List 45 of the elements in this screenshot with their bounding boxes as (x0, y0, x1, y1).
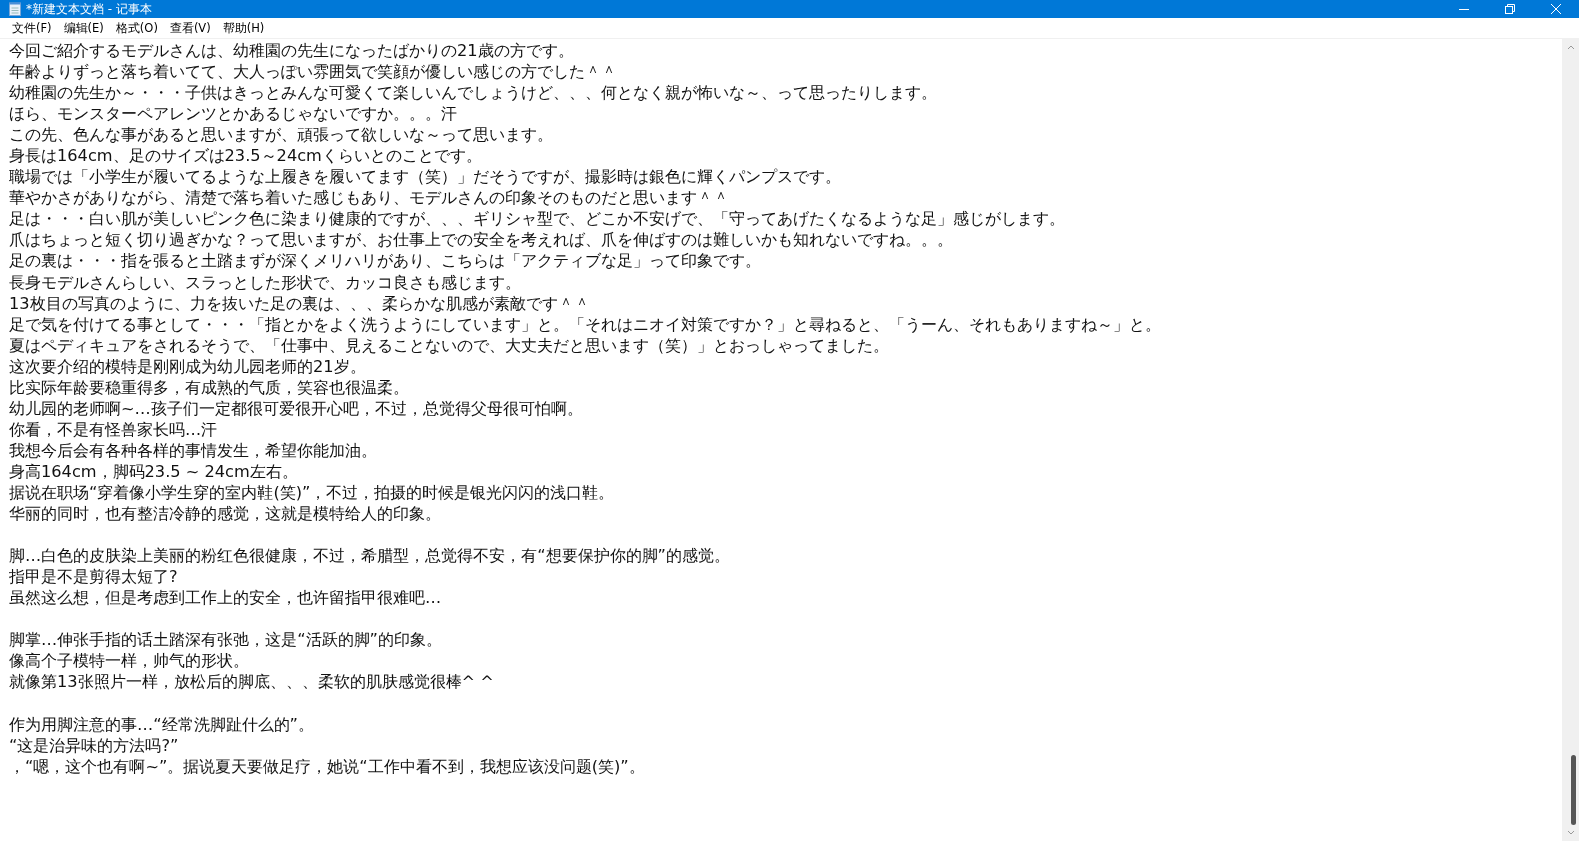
window-title: *新建文本文档 - 记事本 (26, 0, 153, 18)
text-line: 今回ご紹介するモデルさんは、幼稚園の先生になったばかりの21歳の方です。 (9, 40, 575, 62)
text-line: 足は・・・白い肌が美しいピンク色に染まり健康的ですが、、、ギリシャ型で、どこか不安げで、「守ってあげたくなるような足」感じがします。 (9, 208, 1066, 230)
text-line: 足の裏は・・・指を張ると土踏まずが深くメリハリがあり、こちらは「アクティブな足」って印象です。 (9, 250, 762, 272)
menu-item[interactable]: 帮助(H) (216, 19, 271, 37)
text-line: 虽然这么想，但是考虑到工作上的安全，也许留指甲很难吧… (9, 587, 443, 609)
text-line: 華やかさがありながら、清楚で落ち着いた感じもあり、モデルさんの印象そのものだと思います＾＾ (9, 187, 730, 209)
scrollbar[interactable] (1562, 39, 1579, 841)
menu-item[interactable]: 编辑(E) (57, 19, 110, 37)
text-line: 华丽的同时，也有整洁冷静的感觉，这就是模特给人的印象。 (9, 503, 442, 525)
text-line: 脚…白色的皮肤染上美丽的粉红色很健康，不过，希腊型，总觉得不安，有“想要保护你的脚”的感觉。 (9, 545, 731, 567)
text-line: 作为用脚注意的事…“经常洗脚趾什么的”。 (9, 713, 315, 735)
text-line: 爪はちょっと短く切り過ぎかな？って思いますが、お仕事上での安全を考えれば、爪を伸ばすのは難しいかも知れないですね。。。 (9, 229, 954, 251)
menu-item[interactable]: 格式(O) (109, 19, 164, 37)
text-line: ほら、モンスターペアレンツとかあるじゃないですか。。。汗 (9, 103, 458, 125)
text-line: 据说在职场“穿着像小学生穿的室内鞋(笑)”，不过，拍摄的时候是银光闪闪的浅口鞋。 (9, 482, 616, 504)
text-line: ，“嗯，这个也有啊~”。据说夏天要做足疗，她说“工作中看不到，我想应该没问题(笑)”。 (9, 755, 646, 777)
text-line: 13枚目の写真のように、力を抜いた足の裏は、、、柔らかな肌感が素敵です＾＾ (9, 292, 591, 314)
text-line: 年齢よりずっと落ち着いてて、大人っぽい雰囲気で笑顔が優しい感じの方でした＾＾ (9, 61, 618, 83)
text-line: 夏はペディキュアをされるそうで、「仕事中、見えることないので、大丈夫だと思います（笑）」とおっしゃってました。 (9, 334, 890, 356)
text-line: 足で気を付けてる事として・・・「指とかをよく洗うようにしています」と。「それはニオイ対策ですか？」と尋ねると、「うーん、それもありますね～」と。 (9, 313, 1162, 335)
text-line: 你看，不是有怪兽家长吗…汗 (9, 418, 219, 440)
text-line: 長身モデルさんらしい、スラっとした形状で、カッコ良さも感じます。 (9, 271, 522, 293)
text-line: 身高164cm，脚码23.5 ~ 24cm左右。 (9, 460, 299, 482)
text-line: 指甲是不是剪得太短了? (9, 566, 179, 588)
menu-item[interactable]: 查看(V) (163, 19, 217, 37)
text-line: 身長は164cm、足のサイズは23.5～24cmくらいとのことです。 (9, 145, 483, 167)
text-line: 幼稚園の先生か～・・・子供はきっとみんな可愛くて楽しいんでしょうけど、、、何となく親が怖いな～、って思ったりします。 (9, 82, 938, 104)
text-line: 職場では「小学生が履いてるような上履きを履いてます（笑）」だそうですが、撮影時は銀色に輝くパンプスです。 (9, 166, 842, 188)
text-line: 就像第13张照片一样，放松后的脚底、、、柔软的肌肤感觉很棒^ ^ (9, 671, 495, 693)
text-line: 这次要介绍的模特是刚刚成为幼儿园老师的21岁。 (9, 355, 367, 377)
text-line: 脚掌…伸张手指的话土踏深有张弛，这是“活跃的脚”的印象。 (9, 629, 443, 651)
text-line: この先、色んな事があると思いますが、頑張って欲しいな～って思います。 (9, 124, 554, 146)
text-line: 我想今后会有各种各样的事情发生，希望你能加油。 (9, 439, 378, 461)
text-line: 比实际年龄要稳重得多，有成熟的气质，笑容也很温柔。 (9, 376, 410, 398)
text-line: 像高个子模特一样，帅气的形状。 (9, 650, 250, 672)
close-icon (1551, 4, 1561, 14)
notepad-icon (9, 2, 21, 16)
menu-item[interactable]: 文件(F) (6, 19, 58, 37)
text-line: “这是治异味的方法吗?” (9, 734, 180, 756)
restore-icon (1505, 4, 1515, 14)
text-line: 幼儿园的老师啊~…孩子们一定都很可爱很开心吧，不过，总觉得父母很可怕啊。 (9, 397, 584, 419)
scroll-up-icon[interactable] (1566, 44, 1575, 50)
scrollbar-thumb[interactable] (1571, 755, 1576, 825)
scroll-down-icon[interactable] (1566, 830, 1575, 836)
